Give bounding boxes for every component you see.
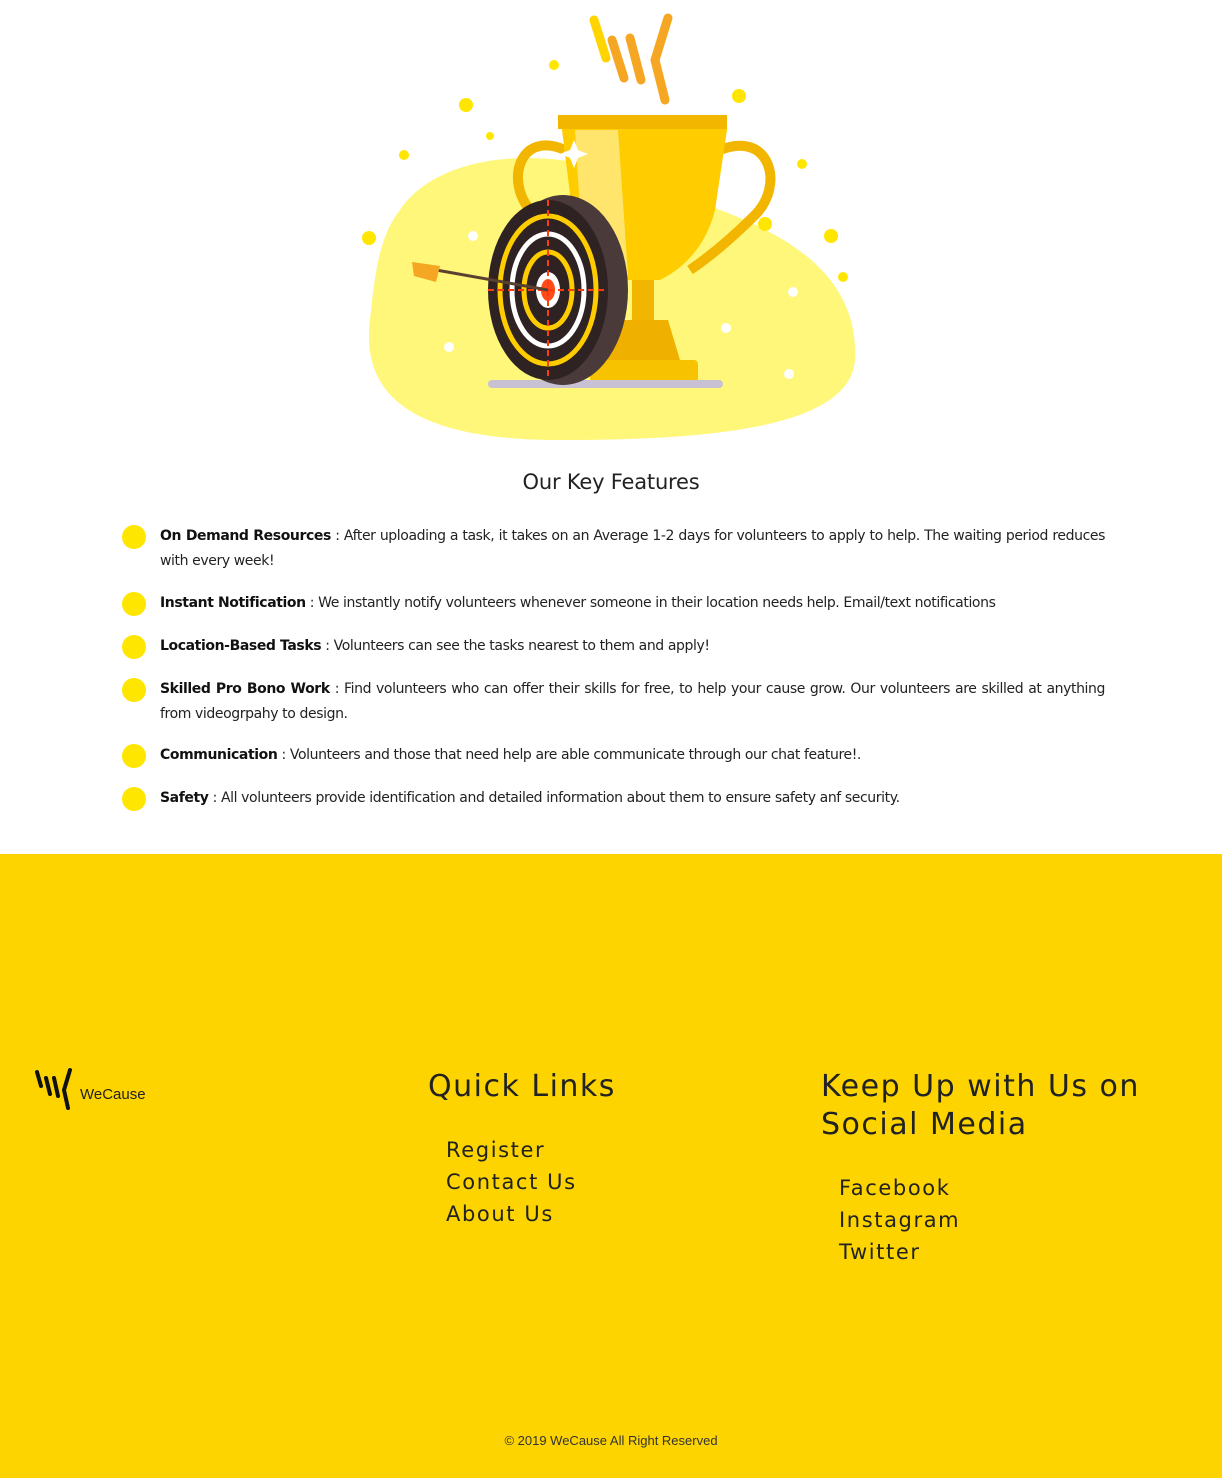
bullet-dot-icon [122,525,146,549]
feature-title: Communication [160,747,278,763]
footer: WeCause Quick Links Register Contact Us … [0,854,1222,1478]
link-twitter[interactable]: Twitter [839,1236,960,1268]
feature-title: Instant Notification [160,595,306,611]
bullet-dot-icon [122,592,146,616]
bullet-dot-icon [122,678,146,702]
feature-text: : We instantly notify volunteers wheneve… [305,595,996,611]
feature-text: : Volunteers and those that need help ar… [277,747,861,763]
link-instagram[interactable]: Instagram [839,1204,960,1236]
feature-item: Location-Based Tasks : Volunteers can se… [120,634,1105,659]
feature-text: : Volunteers can see the tasks nearest t… [321,638,710,654]
feature-item: Communication : Volunteers and those tha… [120,743,1105,768]
link-contact-us[interactable]: Contact Us [446,1166,577,1198]
bullet-dot-icon [122,635,146,659]
quick-links-title: Quick Links [428,1069,616,1104]
social-links-list: Facebook Instagram Twitter [839,1172,960,1268]
link-register[interactable]: Register [446,1134,577,1166]
logo-text: WeCause [80,1086,146,1103]
link-facebook[interactable]: Facebook [839,1172,960,1204]
feature-item: On Demand Resources : After uploading a … [120,524,1105,573]
bullet-dot-icon [122,744,146,768]
copyright: © 2019 WeCause All Right Reserved [504,1433,718,1448]
feature-item: Skilled Pro Bono Work : Find volunteers … [120,677,1105,726]
trophy-target-illustration [362,13,856,441]
link-about-us[interactable]: About Us [446,1198,577,1230]
feature-item: Instant Notification : We instantly noti… [120,591,1105,616]
feature-title: Skilled Pro Bono Work [160,681,330,697]
hero-illustration [0,0,1222,450]
quick-links-list: Register Contact Us About Us [446,1134,577,1230]
feature-title: On Demand Resources [160,528,331,544]
wecause-logo-icon [35,1068,72,1110]
feature-title: Safety [160,790,209,806]
social-title: Keep Up with Us on Social Media [821,1069,1140,1142]
wecause-logo[interactable]: WeCause [34,1066,154,1112]
bullet-dot-icon [122,787,146,811]
feature-title: Location-Based Tasks [160,638,322,654]
feature-text: : All volunteers provide identification … [208,790,900,806]
feature-item: Safety : All volunteers provide identifi… [120,786,1105,811]
features-title: Our Key Features [522,470,700,494]
